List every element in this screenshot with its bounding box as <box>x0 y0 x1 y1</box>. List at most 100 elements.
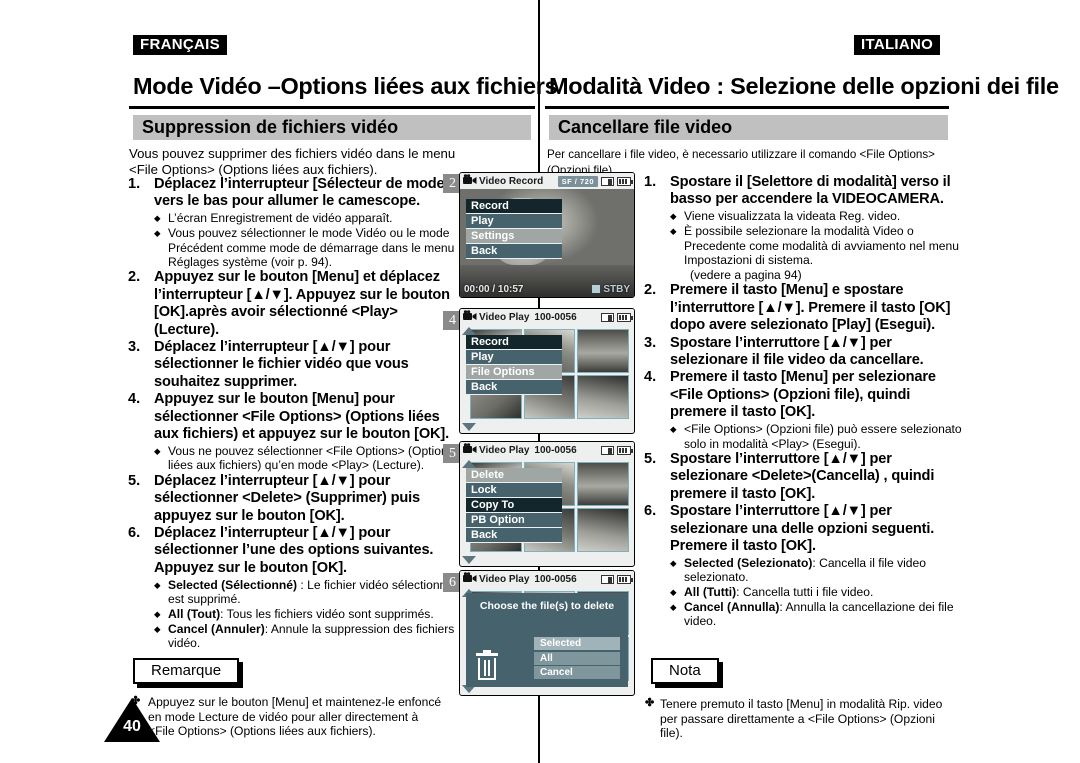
video-thumbnail[interactable] <box>577 508 629 552</box>
page-title-italian: Modalità Video : Selezione delle opzioni… <box>549 73 1059 99</box>
trash-icon <box>476 650 498 681</box>
battery-icon <box>617 445 633 455</box>
step-number: 2. <box>128 269 141 286</box>
step-item: 6. Spostare l’interruttore [▲/▼] per sele… <box>644 503 964 629</box>
battery-icon <box>617 312 633 322</box>
lcd-body: Record Play File Options Back <box>460 325 634 433</box>
lcd-file-number: 100-0056 <box>534 311 577 323</box>
note-text-french: Appuyez sur le bouton [Menu] et maintene… <box>148 695 442 739</box>
step-bullet-list: Selected (Selezionato): Cancella il file… <box>670 556 964 629</box>
note-label-french: Remarque <box>133 658 240 685</box>
step-bullet-list: L’écran Enregistrement de vidéo apparaît… <box>154 211 458 269</box>
step-item: 3. Spostare l’interruttore [▲/▼] per sele… <box>644 335 964 370</box>
page-title-french: Mode Vidéo –Options liées aux fichiers <box>133 73 558 99</box>
step-bullet: L’écran Enregistrement de vidéo apparaît… <box>154 211 458 226</box>
step-number: 4. <box>644 369 657 386</box>
step-item: 2. Premere il tasto [Menu] e spostare l’i… <box>644 282 964 334</box>
step-number: 6. <box>644 503 657 520</box>
step-bullet-list: Viene visualizzata la videata Reg. video… <box>670 209 964 282</box>
lcd-screen: Video Play 100-0056 Delete Lock Copy To PB Op… <box>459 441 635 567</box>
step-item: 4. Appuyez sur le bouton [Menu] pour séle… <box>128 391 458 473</box>
lcd-menu-item[interactable]: File Options <box>466 365 562 380</box>
step-item: 5. Déplacez l’interrupteur [▲/▼] pour sél… <box>128 473 458 525</box>
video-thumbnail[interactable] <box>577 462 629 506</box>
memory-card-icon <box>601 176 614 186</box>
lcd-header: Video Play 100-0056 <box>460 571 634 587</box>
lcd-menu-item[interactable]: Lock <box>466 483 562 498</box>
step-bullet: Selected (Selezionato): Cancella il file… <box>670 556 964 585</box>
lcd-menu-item[interactable]: Play <box>466 214 562 229</box>
dialog-options: Selected All Cancel <box>534 637 620 681</box>
lcd-title: Video Play <box>479 573 530 585</box>
lcd-menu: Record Play File Options Back <box>466 335 562 395</box>
lcd-menu-item[interactable]: Record <box>466 335 562 350</box>
lcd-header: Video Record SF / 720 <box>460 173 634 189</box>
bullet-term: All (Tout) <box>168 607 221 622</box>
step-text: Spostare l’interruttore [▲/▼] per selezi… <box>670 334 924 368</box>
step-bullet: Vous ne pouvez sélectionner <File Option… <box>154 444 458 473</box>
scroll-down-arrow-icon[interactable] <box>462 423 476 431</box>
lcd-body: 00:00 / 10:57 STBY Record Play Settings Back <box>460 189 634 297</box>
delete-confirm-dialog: Choose the file(s) to delete Selected All C… <box>466 593 628 687</box>
lcd-title: Video Play <box>479 444 530 456</box>
page-number-text: 40 <box>123 718 141 735</box>
memory-card-icon <box>601 574 614 584</box>
step-number: 1. <box>128 176 141 192</box>
lcd-title: Video Play <box>479 311 530 323</box>
lcd-screen: Video Play 100-0056 Choose the file(s) to … <box>459 570 635 696</box>
lcd-status-icons <box>601 312 633 322</box>
language-badge-italian: ITALIANO <box>854 35 941 55</box>
step-bullet: Cancel (Annuler): Annule la suppression … <box>154 622 458 651</box>
lcd-menu-item[interactable]: Back <box>466 244 562 259</box>
scroll-up-arrow-icon[interactable] <box>462 460 476 468</box>
battery-icon <box>617 176 633 186</box>
video-thumbnail[interactable] <box>577 375 629 419</box>
camcorder-icon <box>463 572 477 586</box>
dialog-title: Choose the file(s) to delete <box>479 600 615 612</box>
lcd-title: Video Record <box>479 175 544 187</box>
scroll-up-arrow-icon[interactable] <box>462 327 476 335</box>
step-item: 2. Appuyez sur le bouton [Menu] et déplac… <box>128 269 458 339</box>
step-number: 3. <box>644 334 657 351</box>
step-item: 6. Déplacez l’interrupteur [▲/▼] pour sél… <box>128 525 458 651</box>
lcd-menu-item[interactable]: Settings <box>466 229 562 244</box>
step-number: 1. <box>644 174 657 190</box>
language-badge-french: FRANÇAIS <box>133 35 227 55</box>
lcd-menu-item[interactable]: Back <box>466 380 562 395</box>
video-thumbnail[interactable] <box>577 329 629 373</box>
steps-list-italian: 1. Spostare il [Selettore di modalità] ve… <box>644 174 964 629</box>
section-title-italian-text: Cancellare file video <box>558 117 733 137</box>
step-number: 5. <box>128 472 141 489</box>
title-rule-right <box>545 106 949 109</box>
step-bullet: È possibile selezionare la modalità Vide… <box>670 224 964 267</box>
step-text: Déplacez l’interrupteur [Sélecteur de mo… <box>154 176 450 210</box>
step-bullet: Viene visualizzata la videata Reg. video… <box>670 209 964 224</box>
lcd-menu-item[interactable]: Play <box>466 350 562 365</box>
lcd-file-number: 100-0056 <box>534 573 577 585</box>
lcd-menu-item[interactable]: PB Option <box>466 513 562 528</box>
step-body: Appuyez sur le bouton [Menu] pour sélect… <box>154 391 458 473</box>
step-body: Spostare l’interruttore [▲/▼] per selezi… <box>670 335 964 370</box>
step-item: 3. Déplacez l’interrupteur [▲/▼] pour sél… <box>128 339 458 391</box>
recording-status-bar: 00:00 / 10:57 STBY <box>460 281 634 297</box>
step-text: Spostare l’interruttore [▲/▼] per selezi… <box>670 503 935 554</box>
dialog-option[interactable]: Selected <box>534 637 620 650</box>
step-body: Spostare il [Selettore di modalità] vers… <box>670 174 964 282</box>
lcd-menu-item[interactable]: Copy To <box>466 498 562 513</box>
bullet-term: All (Tutti) <box>684 585 737 600</box>
lcd-body: Delete Lock Copy To PB Option Back <box>460 458 634 566</box>
step-item: 1. Déplacez l’interrupteur [Sélecteur de … <box>128 176 458 269</box>
lcd-menu-item[interactable]: Record <box>466 199 562 214</box>
dialog-option[interactable]: Cancel <box>534 666 620 679</box>
lcd-menu-item[interactable]: Back <box>466 528 562 543</box>
lcd-menu-item[interactable]: Delete <box>466 468 562 483</box>
step-body: Déplacez l’interrupteur [▲/▼] pour sélec… <box>154 339 458 391</box>
battery-icon <box>617 574 633 584</box>
step-number: 4. <box>128 391 141 408</box>
step-bullet: Cancel (Annulla): Annulla la cancellazio… <box>670 600 964 629</box>
dialog-option[interactable]: All <box>534 651 620 665</box>
bullet-term: Cancel (Annulla) <box>684 600 780 615</box>
scroll-down-arrow-icon[interactable] <box>462 556 476 564</box>
lcd-status-icons: SF / 720 <box>557 175 633 187</box>
step-text: Premere il tasto [Menu] e spostare l’int… <box>670 282 951 334</box>
